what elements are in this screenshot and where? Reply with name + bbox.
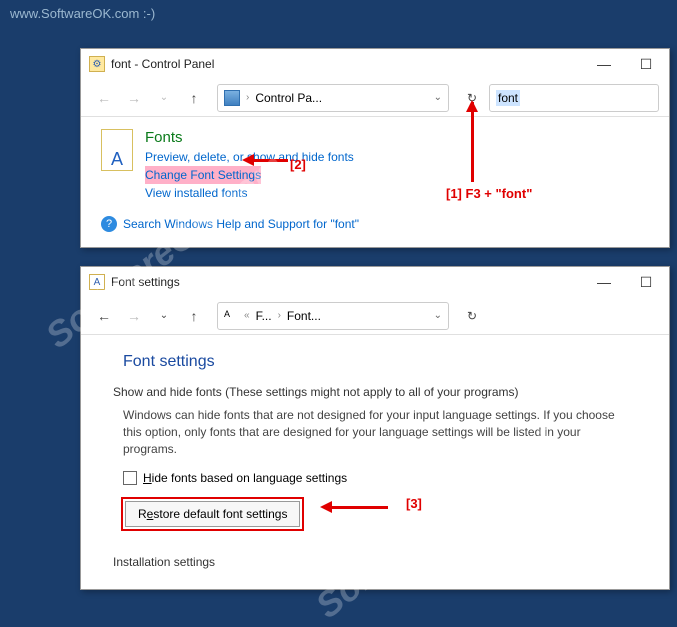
back-button[interactable]: ← xyxy=(91,85,117,111)
fonts-heading[interactable]: Fonts xyxy=(145,129,354,146)
highlight-box: Restore default font settings xyxy=(121,497,304,531)
pane-title: Font settings xyxy=(123,353,657,371)
breadcrumb-text[interactable]: Font... xyxy=(287,309,321,323)
fonts-icon: A xyxy=(101,129,133,171)
control-panel-icon: ⚙ xyxy=(89,56,105,72)
search-input[interactable]: font xyxy=(489,84,659,112)
chevron-down-icon[interactable]: ⌄ xyxy=(434,92,442,103)
font-settings-window: A Font settings — ☐ ← → ⌄ ↑ A « F... › F… xyxy=(80,266,670,590)
results-area: A Fonts Preview, delete, or show and hid… xyxy=(81,117,669,242)
nav-toolbar: ← → ⌄ ↑ › Control Pa... ⌄ ↻ font xyxy=(81,79,669,117)
window-title: Font settings xyxy=(111,275,589,289)
page-url-label: www.SoftwareOK.com :-) xyxy=(10,6,155,21)
back-button[interactable]: ← xyxy=(91,303,117,329)
titlebar[interactable]: A Font settings — ☐ xyxy=(81,267,669,297)
maximize-button[interactable]: ☐ xyxy=(631,274,661,291)
nav-toolbar: ← → ⌄ ↑ A « F... › Font... ⌄ ↻ xyxy=(81,297,669,335)
control-panel-window: ⚙ font - Control Panel — ☐ ← → ⌄ ↑ › Con… xyxy=(80,48,670,248)
minimize-button[interactable]: — xyxy=(589,274,619,291)
maximize-button[interactable]: ☐ xyxy=(631,56,661,73)
forward-button[interactable]: → xyxy=(121,85,147,111)
control-panel-icon xyxy=(224,90,240,106)
help-icon: ? xyxy=(101,216,117,232)
annotation-3: [3] xyxy=(406,496,422,511)
chevron-left-icon[interactable]: « xyxy=(242,310,252,321)
address-bar[interactable]: › Control Pa... ⌄ xyxy=(217,84,449,112)
checkbox-label: Hide fonts based on language settings xyxy=(143,471,347,485)
window-title: font - Control Panel xyxy=(111,57,589,71)
section-heading: Show and hide fonts (These settings migh… xyxy=(113,385,657,399)
font-icon: A xyxy=(224,309,238,323)
change-font-settings-link[interactable]: Change Font Settings xyxy=(145,166,261,184)
hide-fonts-checkbox[interactable]: Hide fonts based on language settings xyxy=(123,471,657,485)
chevron-right-icon: › xyxy=(244,92,251,103)
up-button[interactable]: ↑ xyxy=(181,85,207,111)
address-bar[interactable]: A « F... › Font... ⌄ xyxy=(217,302,449,330)
minimize-button[interactable]: — xyxy=(589,56,619,73)
recent-dropdown[interactable]: ⌄ xyxy=(151,85,177,111)
up-button[interactable]: ↑ xyxy=(181,303,207,329)
checkbox-icon[interactable] xyxy=(123,471,137,485)
view-installed-fonts-link[interactable]: View installed fonts xyxy=(145,184,354,202)
titlebar[interactable]: ⚙ font - Control Panel — ☐ xyxy=(81,49,669,79)
annotation-1: [1] F3 + "font" xyxy=(446,186,532,201)
section-heading: Installation settings xyxy=(113,555,657,569)
breadcrumb-text[interactable]: F... xyxy=(256,309,272,323)
refresh-button[interactable]: ↻ xyxy=(459,309,485,323)
chevron-right-icon: › xyxy=(276,310,283,321)
annotation-2: [2] xyxy=(290,157,306,172)
forward-button[interactable]: → xyxy=(121,303,147,329)
breadcrumb-text[interactable]: Control Pa... xyxy=(255,91,322,105)
settings-content: Font settings Show and hide fonts (These… xyxy=(81,335,669,581)
section-description: Windows can hide fonts that are not desi… xyxy=(123,407,627,457)
search-help-link[interactable]: Search Windows Help and Support for "fon… xyxy=(123,217,359,231)
recent-dropdown[interactable]: ⌄ xyxy=(151,303,177,329)
font-icon: A xyxy=(89,274,105,290)
search-value: font xyxy=(496,90,520,106)
restore-default-button[interactable]: Restore default font settings xyxy=(125,501,300,527)
chevron-down-icon[interactable]: ⌄ xyxy=(434,310,442,321)
